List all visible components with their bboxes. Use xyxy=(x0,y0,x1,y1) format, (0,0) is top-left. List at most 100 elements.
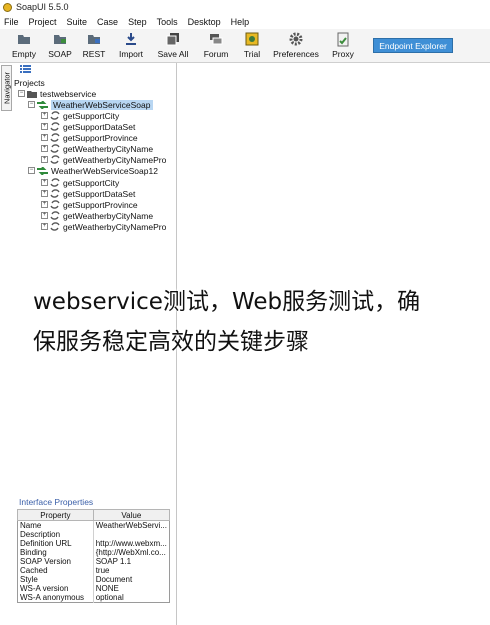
operation-name: getWeatherbyCityName xyxy=(63,143,154,154)
property-column-header[interactable]: Property xyxy=(17,509,94,521)
property-name: Description xyxy=(17,530,94,539)
property-name: Cached xyxy=(17,566,94,575)
expand-expander[interactable]: + xyxy=(41,190,48,197)
endpoint-explorer-button[interactable]: Endpoint Explorer xyxy=(373,38,453,53)
tree-operation[interactable]: + getSupportProvince xyxy=(41,199,138,210)
operation-name: getWeatherbyCityNamePro xyxy=(63,154,167,165)
tree-root[interactable]: Projects xyxy=(14,77,45,88)
operation-icon xyxy=(50,200,60,209)
collapse-expander[interactable]: − xyxy=(18,90,25,97)
menu-project[interactable]: Project xyxy=(24,17,62,27)
tree-root-label: Projects xyxy=(14,77,45,88)
trial-button[interactable]: Trial xyxy=(240,31,264,61)
operation-name: getSupportProvince xyxy=(63,132,138,143)
tree-operation[interactable]: + getSupportCity xyxy=(41,110,119,121)
operation-icon xyxy=(50,178,60,187)
overlay-caption: webservice测试，Web服务测试，确 保服务稳定高效的关键步骤 xyxy=(33,282,473,362)
menu-help[interactable]: Help xyxy=(226,17,255,27)
operation-icon xyxy=(50,189,60,198)
operation-name: getWeatherbyCityName xyxy=(63,210,154,221)
expand-expander[interactable]: + xyxy=(41,212,48,219)
property-value: {http://WebXml.co... xyxy=(95,548,166,557)
empty-project-icon xyxy=(16,31,32,47)
trial-icon xyxy=(244,31,260,47)
interface-name: WeatherWebServiceSoap12 xyxy=(51,165,158,176)
table-row[interactable]: Name WeatherWebServi... xyxy=(17,520,170,530)
table-row[interactable]: Definition URL http://www.webxm... xyxy=(17,539,170,548)
tree-operation[interactable]: + getWeatherbyCityNamePro xyxy=(41,154,166,165)
value-column-header[interactable]: Value xyxy=(92,509,171,521)
forum-button[interactable]: Forum xyxy=(202,31,230,61)
properties-table: Property Value Name WeatherWebServi... De… xyxy=(17,509,171,603)
operation-icon xyxy=(50,122,60,131)
interface-icon xyxy=(37,100,48,109)
property-name: WS-A version xyxy=(17,584,94,593)
expand-expander[interactable]: + xyxy=(41,179,48,186)
operation-icon xyxy=(50,211,60,220)
collapse-all-icon[interactable] xyxy=(20,65,32,75)
table-row[interactable]: WS-A anonymous optional xyxy=(17,593,170,603)
menu-case[interactable]: Case xyxy=(92,17,123,27)
preferences-label: Preferences xyxy=(273,49,319,59)
tree-interface-2[interactable]: − WeatherWebServiceSoap12 xyxy=(28,165,158,176)
tree-operation[interactable]: + getWeatherbyCityName xyxy=(41,210,153,221)
navigator-tab[interactable]: Navigator xyxy=(1,65,12,111)
property-value: Document xyxy=(95,575,133,584)
menu-file[interactable]: File xyxy=(0,17,24,27)
tree-operation[interactable]: + getSupportProvince xyxy=(41,132,138,143)
tree-interface-1[interactable]: − WeatherWebServiceSoap xyxy=(28,99,153,110)
rest-button[interactable]: REST xyxy=(80,31,108,61)
tree-operation[interactable]: + getSupportCity xyxy=(41,177,119,188)
collapse-expander[interactable]: − xyxy=(28,101,35,108)
tree-operation[interactable]: + getSupportDataSet xyxy=(41,121,135,132)
proxy-button[interactable]: Proxy xyxy=(330,31,356,61)
expand-expander[interactable]: + xyxy=(41,156,48,163)
tree-operation[interactable]: + getWeatherbyCityName xyxy=(41,143,153,154)
menu-step[interactable]: Step xyxy=(123,17,152,27)
expand-expander[interactable]: + xyxy=(41,145,48,152)
table-row[interactable]: Style Document xyxy=(17,575,170,584)
collapse-expander[interactable]: − xyxy=(28,167,35,174)
save-all-button[interactable]: Save All xyxy=(157,31,189,61)
operation-name: getSupportCity xyxy=(63,177,120,188)
overlay-caption-line-2: 保服务稳定高效的关键步骤 xyxy=(33,329,309,355)
property-name: Binding xyxy=(17,548,94,557)
overlay-caption-line-1: webservice测试，Web服务测试，确 xyxy=(33,289,421,315)
expand-expander[interactable]: + xyxy=(41,201,48,208)
expand-expander[interactable]: + xyxy=(41,112,48,119)
interface-name: WeatherWebServiceSoap xyxy=(51,99,153,110)
table-row[interactable]: Binding {http://WebXml.co... xyxy=(17,548,170,557)
title-bar: SoapUI 5.5.0 xyxy=(0,0,490,14)
project-name: testwebservice xyxy=(40,88,97,99)
table-row[interactable]: SOAP Version SOAP 1.1 xyxy=(17,557,170,566)
menu-tools[interactable]: Tools xyxy=(152,17,183,27)
operation-icon xyxy=(50,222,60,231)
table-row[interactable]: Cached true xyxy=(17,566,170,575)
expand-expander[interactable]: + xyxy=(41,134,48,141)
menu-desktop[interactable]: Desktop xyxy=(183,17,226,27)
operation-name: getSupportProvince xyxy=(63,199,138,210)
rest-label: REST xyxy=(82,49,106,59)
soap-button[interactable]: SOAP xyxy=(46,31,74,61)
import-button[interactable]: Import xyxy=(116,31,146,61)
window-title: SoapUI 5.5.0 xyxy=(16,2,69,12)
tree-operation[interactable]: + getWeatherbyCityNamePro xyxy=(41,221,166,232)
expand-expander[interactable]: + xyxy=(41,123,48,130)
property-value: WeatherWebServi... xyxy=(95,521,167,530)
empty-button[interactable]: Empty xyxy=(10,31,38,61)
menu-suite[interactable]: Suite xyxy=(62,17,93,27)
expand-expander[interactable]: + xyxy=(41,223,48,230)
tree-project[interactable]: − testwebservice xyxy=(18,88,96,99)
import-icon xyxy=(123,31,139,47)
property-name: Definition URL xyxy=(17,539,94,548)
tree-operation[interactable]: + getSupportDataSet xyxy=(41,188,135,199)
table-row[interactable]: WS-A version NONE xyxy=(17,584,170,593)
property-name: Name xyxy=(17,520,94,530)
table-row[interactable]: Description xyxy=(17,530,170,539)
gear-icon xyxy=(288,31,304,47)
operation-icon xyxy=(50,111,60,120)
property-name: Style xyxy=(17,575,94,584)
property-name: WS-A anonymous xyxy=(17,593,94,603)
preferences-button[interactable]: Preferences xyxy=(272,31,320,61)
property-value: http://www.webxm... xyxy=(95,539,167,548)
